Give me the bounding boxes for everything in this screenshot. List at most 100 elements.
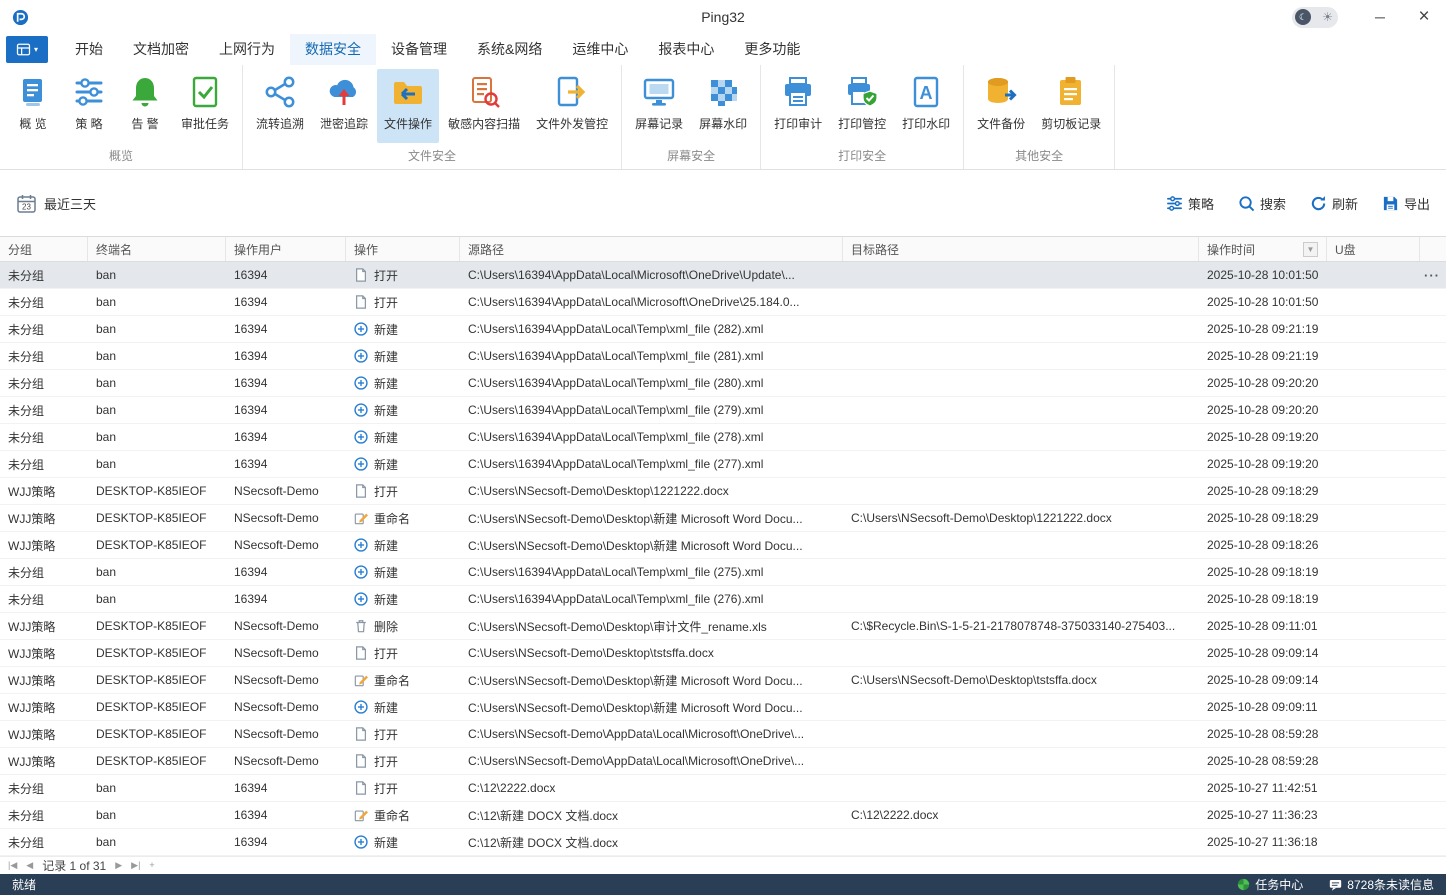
tab-system-network[interactable]: 系统&网络 (462, 34, 557, 65)
op-cell: 打开 (346, 478, 460, 504)
tab-web-behavior[interactable]: 上网行为 (204, 34, 290, 65)
file-outgoing-control-button[interactable]: 文件外发管控 (529, 69, 615, 143)
table-row[interactable]: 未分组ban16394打开C:\Users\16394\AppData\Loca… (0, 289, 1446, 316)
new-op-icon (354, 538, 368, 552)
table-row[interactable]: 未分组ban16394新建C:\Users\16394\AppData\Loca… (0, 316, 1446, 343)
task-center-button[interactable]: 任务中心 (1237, 876, 1303, 893)
table-row[interactable]: WJJ策略DESKTOP-K85IEOFNSecsoft-Demo新建C:\Us… (0, 694, 1446, 721)
table-row[interactable]: WJJ策略DESKTOP-K85IEOFNSecsoft-Demo删除C:\Us… (0, 613, 1446, 640)
group-cell: 未分组 (0, 802, 88, 828)
usb-cell (1327, 667, 1420, 693)
print-watermark-button[interactable]: A打印水印 (895, 69, 957, 143)
table-row[interactable]: 未分组ban16394新建C:\Users\16394\AppData\Loca… (0, 451, 1446, 478)
source-path-cell: C:\Users\NSecsoft-Demo\AppData\Local\Mic… (460, 721, 843, 747)
tab-more-features[interactable]: 更多功能 (729, 34, 815, 65)
usb-cell (1327, 397, 1420, 423)
col-target-path[interactable]: 目标路径 (843, 237, 1199, 261)
terminal-cell: ban (88, 775, 226, 801)
unread-messages-button[interactable]: 8728条未读信息 (1329, 876, 1434, 893)
table-row[interactable]: 未分组ban16394新建C:\Users\16394\AppData\Loca… (0, 424, 1446, 451)
tab-device-management[interactable]: 设备管理 (376, 34, 462, 65)
table-row[interactable]: 未分组ban16394新建C:\Users\16394\AppData\Loca… (0, 559, 1446, 586)
time-cell: 2025-10-28 09:18:19 (1199, 559, 1327, 585)
overview-button[interactable]: 概 览 (6, 69, 60, 143)
source-path-cell: C:\Users\NSecsoft-Demo\Desktop\tstsffa.d… (460, 640, 843, 666)
approval-icon (188, 75, 222, 109)
table-row[interactable]: 未分组ban16394新建C:\Users\16394\AppData\Loca… (0, 586, 1446, 613)
terminal-cell: ban (88, 370, 226, 396)
col-source-path[interactable]: 源路径 (460, 237, 843, 261)
theme-toggle[interactable]: ☾ ☀ (1292, 7, 1338, 28)
tab-doc-encryption[interactable]: 文档加密 (118, 34, 204, 65)
table-row[interactable]: 未分组ban16394新建C:\Users\16394\AppData\Loca… (0, 370, 1446, 397)
leak-trace-button[interactable]: 泄密追踪 (313, 69, 375, 143)
refresh-button[interactable]: 刷新 (1310, 194, 1358, 213)
date-filter-button[interactable]: 23 最近三天 (16, 193, 96, 214)
close-button[interactable]: × (1402, 0, 1446, 34)
rename-op-icon (354, 511, 368, 525)
tab-start[interactable]: 开始 (60, 34, 118, 65)
pager-prev-button[interactable]: ◀ (26, 861, 33, 870)
screen-watermark-button[interactable]: 屏幕水印 (692, 69, 754, 143)
clipboard-record-button[interactable]: 剪切板记录 (1034, 69, 1108, 143)
col-user[interactable]: 操作用户 (226, 237, 346, 261)
tab-ops-center[interactable]: 运维中心 (557, 34, 643, 65)
print-audit-button[interactable]: 打印审计 (767, 69, 829, 143)
pager-next-button[interactable]: ▶ (115, 861, 122, 870)
col-terminal[interactable]: 终端名 (88, 237, 226, 261)
time-cell: 2025-10-28 09:19:20 (1199, 424, 1327, 450)
file-backup-button[interactable]: 文件备份 (970, 69, 1032, 143)
tab-data-security[interactable]: 数据安全 (290, 34, 376, 65)
usb-cell (1327, 478, 1420, 504)
table-row[interactable]: 未分组ban16394新建C:\Users\16394\AppData\Loca… (0, 397, 1446, 424)
flow-trace-button[interactable]: 流转追溯 (249, 69, 311, 143)
search-button[interactable]: 搜索 (1238, 194, 1286, 213)
table-row[interactable]: WJJ策略DESKTOP-K85IEOFNSecsoft-Demo打开C:\Us… (0, 640, 1446, 667)
table-row[interactable]: WJJ策略DESKTOP-K85IEOFNSecsoft-Demo新建C:\Us… (0, 532, 1446, 559)
table-row[interactable]: 未分组ban16394新建C:\12\新建 DOCX 文档.docx2025-1… (0, 829, 1446, 856)
ribbon-group-label: 文件安全 (249, 143, 615, 169)
col-time-label: 操作时间 (1207, 241, 1255, 258)
table-row[interactable]: WJJ策略DESKTOP-K85IEOFNSecsoft-Demo打开C:\Us… (0, 478, 1446, 505)
col-usb[interactable]: U盘 (1327, 237, 1420, 261)
op-label: 重命名 (374, 510, 410, 527)
app-menu-button[interactable]: ▾ (6, 36, 48, 63)
pager-last-button[interactable]: ▶| (131, 861, 140, 870)
screen-record-button[interactable]: 屏幕记录 (628, 69, 690, 143)
dark-mode-icon[interactable]: ☾ (1295, 9, 1311, 25)
group-cell: WJJ策略 (0, 613, 88, 639)
table-row[interactable]: 未分组ban16394打开C:\12\2222.docx2025-10-27 1… (0, 775, 1446, 802)
file-operations-button[interactable]: 文件操作 (377, 69, 439, 143)
light-mode-icon[interactable]: ☀ (1322, 10, 1333, 24)
user-cell: NSecsoft-Demo (226, 505, 346, 531)
table-row[interactable]: 未分组ban16394打开C:\Users\16394\AppData\Loca… (0, 262, 1446, 289)
row-actions-button[interactable]: ··· (1424, 268, 1440, 283)
table-row[interactable]: 未分组ban16394重命名C:\12\新建 DOCX 文档.docxC:\12… (0, 802, 1446, 829)
table-row[interactable]: WJJ策略DESKTOP-K85IEOFNSecsoft-Demo重命名C:\U… (0, 505, 1446, 532)
usb-cell (1327, 451, 1420, 477)
policy-button[interactable]: 策 略 (62, 69, 116, 143)
minimize-button[interactable]: ─ (1358, 0, 1402, 34)
alert-button[interactable]: 告 警 (118, 69, 172, 143)
policy-filter-button[interactable]: 策略 (1166, 194, 1214, 213)
pager-first-button[interactable]: |◀ (8, 861, 17, 870)
table-row[interactable]: WJJ策略DESKTOP-K85IEOFNSecsoft-Demo打开C:\Us… (0, 721, 1446, 748)
source-path-cell: C:\Users\16394\AppData\Local\Temp\xml_fi… (460, 586, 843, 612)
table-row[interactable]: 未分组ban16394新建C:\Users\16394\AppData\Loca… (0, 343, 1446, 370)
approval-tasks-button[interactable]: 审批任务 (174, 69, 236, 143)
tab-report-center[interactable]: 报表中心 (643, 34, 729, 65)
target-path-cell (843, 829, 1199, 855)
table-row[interactable]: WJJ策略DESKTOP-K85IEOFNSecsoft-Demo重命名C:\U… (0, 667, 1446, 694)
col-operation[interactable]: 操作 (346, 237, 460, 261)
target-path-cell (843, 370, 1199, 396)
pager-append-button[interactable]: + (149, 861, 154, 870)
col-time[interactable]: 操作时间 ▼ (1199, 237, 1327, 261)
time-filter-dropdown[interactable]: ▼ (1303, 242, 1318, 257)
col-group[interactable]: 分组 (0, 237, 88, 261)
export-button[interactable]: 导出 (1382, 194, 1430, 213)
print-control-button[interactable]: 打印管控 (831, 69, 893, 143)
new-op-icon (354, 376, 368, 390)
table-row[interactable]: WJJ策略DESKTOP-K85IEOFNSecsoft-Demo打开C:\Us… (0, 748, 1446, 775)
sensitive-content-scan-button[interactable]: 敏感内容扫描 (441, 69, 527, 143)
target-path-cell (843, 343, 1199, 369)
